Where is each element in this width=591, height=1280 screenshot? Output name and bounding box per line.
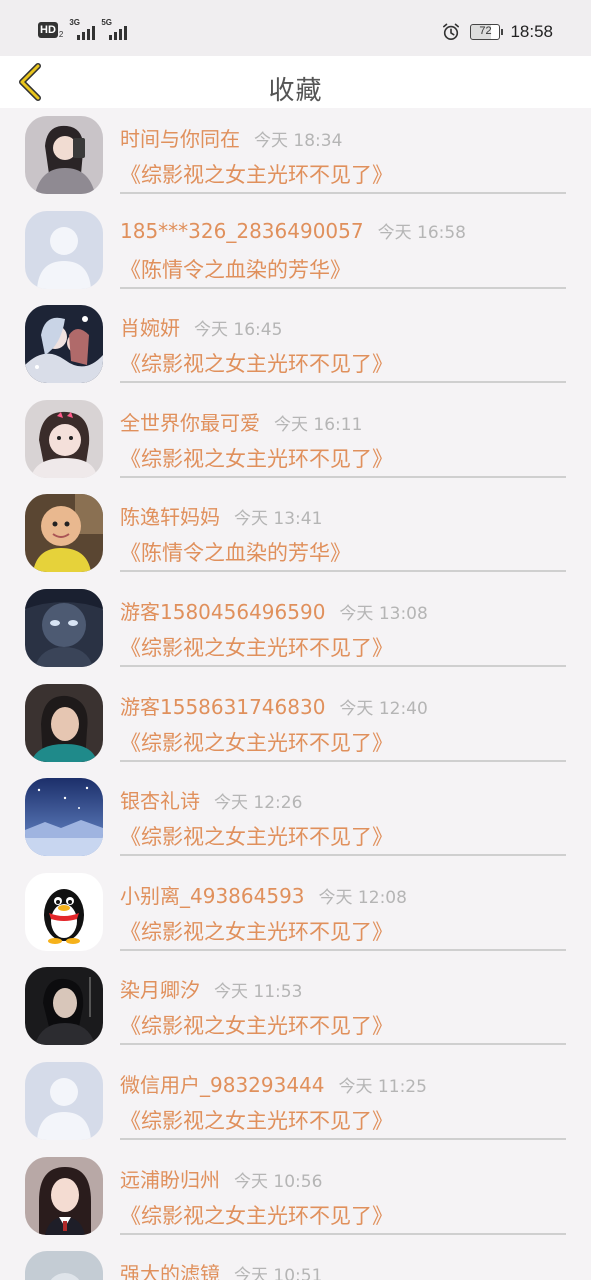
user-name: 全世界你最可爱 xyxy=(120,410,260,435)
list-item[interactable]: 时间与你同在 今天 18:34 《综影视之女主光环不见了》 xyxy=(0,108,591,203)
list-item[interactable]: 游客1558631746830 今天 12:40 《综影视之女主光环不见了》 xyxy=(0,676,591,771)
book-title[interactable]: 《陈情令之血染的芳华》 xyxy=(120,254,351,284)
divider xyxy=(120,948,566,951)
book-title[interactable]: 《综影视之女主光环不见了》 xyxy=(120,1010,393,1040)
user-name: 远浦盼归州 xyxy=(120,1167,220,1192)
signal-5g-icon: 5G xyxy=(101,18,128,40)
list-item[interactable]: 全世界你最可爱 今天 16:11 《综影视之女主光环不见了》 xyxy=(0,392,591,487)
divider xyxy=(120,1232,566,1235)
book-title[interactable]: 《陈情令之血染的芳华》 xyxy=(120,537,351,567)
list-item[interactable]: 小别离_493864593 今天 12:08 《综影视之女主光环不见了》 xyxy=(0,865,591,960)
list-item[interactable]: 微信用户_983293444 今天 11:25 《综影视之女主光环不见了》 xyxy=(0,1054,591,1149)
divider xyxy=(120,192,566,194)
divider xyxy=(120,570,566,573)
timestamp: 今天 12:08 xyxy=(318,887,407,908)
divider xyxy=(120,759,566,762)
avatar[interactable] xyxy=(25,1251,103,1280)
penguin-icon xyxy=(25,872,103,951)
page-title: 收藏 xyxy=(268,76,323,106)
user-name: 陈逸轩妈妈 xyxy=(120,505,220,530)
list-item[interactable]: 银杏礼诗 今天 12:26 《综影视之女主光环不见了》 xyxy=(0,770,591,865)
avatar[interactable] xyxy=(25,872,103,951)
timestamp: 今天 11:53 xyxy=(214,982,303,1003)
book-title[interactable]: 《综影视之女主光环不见了》 xyxy=(120,1105,393,1135)
divider xyxy=(120,381,566,384)
avatar[interactable] xyxy=(25,305,103,384)
user-name: 银杏礼诗 xyxy=(120,789,200,814)
user-name: 染月卿汐 xyxy=(120,978,200,1003)
book-title[interactable]: 《综影视之女主光环不见了》 xyxy=(120,1200,393,1230)
book-title[interactable]: 《综影视之女主光环不见了》 xyxy=(120,348,393,378)
signal-3g-icon: 3G xyxy=(69,18,96,40)
avatar[interactable] xyxy=(25,967,103,1046)
list-item[interactable]: 游客1580456496590 今天 13:08 《综影视之女主光环不见了》 xyxy=(0,581,591,676)
book-title[interactable]: 《综影视之女主光环不见了》 xyxy=(120,727,393,757)
avatar[interactable] xyxy=(25,116,103,194)
list-item[interactable]: 185***326_2836490057 今天 16:58 《陈情令之血染的芳华》 xyxy=(0,203,591,298)
user-name: 肖婉妍 xyxy=(120,316,180,341)
timestamp: 今天 13:41 xyxy=(234,509,323,530)
book-title[interactable]: 《综影视之女主光环不见了》 xyxy=(120,632,393,662)
avatar[interactable] xyxy=(25,1061,103,1140)
avatar[interactable] xyxy=(25,210,103,289)
alarm-icon xyxy=(443,23,460,41)
timestamp: 今天 10:56 xyxy=(234,1171,323,1192)
status-bar: HD 2 3G 5G 72 18:58 xyxy=(0,0,591,56)
timestamp: 今天 18:34 xyxy=(254,131,343,151)
clock: 18:58 xyxy=(510,22,553,41)
hd-sub-label: 2 xyxy=(58,29,64,39)
user-name: 游客1558631746830 xyxy=(120,694,326,719)
book-title[interactable]: 《综影视之女主光环不见了》 xyxy=(120,821,393,851)
user-name: 游客1580456496590 xyxy=(120,599,326,624)
list-item[interactable]: 远浦盼归州 今天 10:56 《综影视之女主光环不见了》 xyxy=(0,1149,591,1244)
list-item[interactable]: 染月卿汐 今天 11:53 《综影视之女主光环不见了》 xyxy=(0,959,591,1054)
status-left: HD 2 3G 5G xyxy=(38,18,128,40)
book-title[interactable]: 《综影视之女主光环不见了》 xyxy=(120,443,393,473)
book-title[interactable]: 《综影视之女主光环不见了》 xyxy=(120,159,393,189)
user-name: 时间与你同在 xyxy=(120,127,240,151)
timestamp: 今天 12:40 xyxy=(339,698,428,719)
avatar[interactable] xyxy=(25,1156,103,1235)
timestamp: 今天 13:08 xyxy=(339,603,428,624)
user-name: 微信用户_983293444 xyxy=(120,1072,325,1097)
book-title[interactable]: 《综影视之女主光环不见了》 xyxy=(120,916,393,946)
timestamp: 今天 16:45 xyxy=(194,320,283,341)
timestamp: 今天 11:25 xyxy=(338,1076,427,1097)
avatar[interactable] xyxy=(25,494,103,573)
avatar[interactable] xyxy=(25,588,103,667)
user-name: 小别离_493864593 xyxy=(120,883,305,908)
battery-icon: 72 xyxy=(470,24,504,40)
list-item[interactable]: 强大的滤镜 今天 10:51 xyxy=(0,1243,591,1280)
header-bar: 收藏 xyxy=(0,56,591,108)
avatar[interactable] xyxy=(25,778,103,857)
default-avatar-icon xyxy=(25,210,103,289)
hd-badge: HD xyxy=(38,22,58,38)
timestamp: 今天 12:26 xyxy=(214,793,303,814)
timestamp: 今天 16:11 xyxy=(274,414,363,435)
default-avatar-icon xyxy=(25,1061,103,1140)
status-right: 72 18:58 xyxy=(442,22,553,42)
divider xyxy=(120,286,566,289)
user-name: 185***326_2836490057 xyxy=(120,218,364,243)
timestamp: 今天 10:51 xyxy=(234,1266,323,1280)
divider xyxy=(120,475,566,478)
list-item[interactable]: 肖婉妍 今天 16:45 《综影视之女主光环不见了》 xyxy=(0,297,591,392)
timestamp: 今天 16:58 xyxy=(377,222,466,243)
list-item[interactable]: 陈逸轩妈妈 今天 13:41 《陈情令之血染的芳华》 xyxy=(0,486,591,581)
user-name: 强大的滤镜 xyxy=(120,1262,220,1280)
avatar[interactable] xyxy=(25,399,103,478)
avatar[interactable] xyxy=(25,683,103,762)
divider xyxy=(120,1137,566,1140)
favorites-list: 时间与你同在 今天 18:34 《综影视之女主光环不见了》 185***326_2… xyxy=(0,108,591,1280)
divider xyxy=(120,664,566,667)
divider xyxy=(120,854,566,857)
divider xyxy=(120,1043,566,1046)
